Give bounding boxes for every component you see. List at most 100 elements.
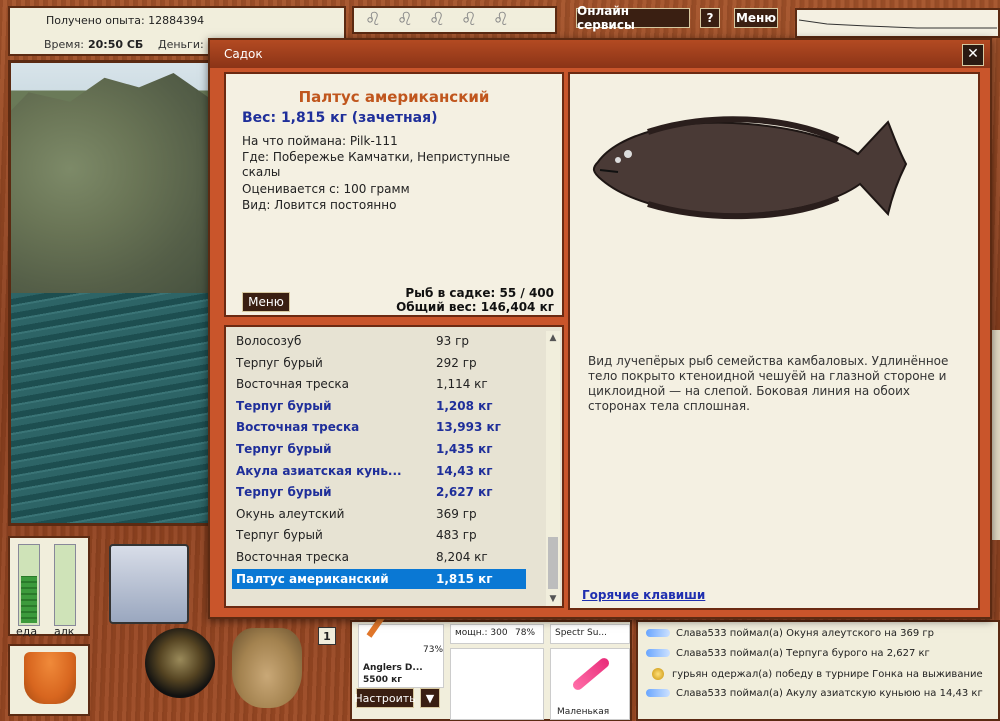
total-weight: Общий вес: 146,404 кг bbox=[396, 300, 554, 314]
fishing-scene[interactable] bbox=[8, 60, 218, 526]
fish-row-name: Палтус американский bbox=[236, 571, 389, 586]
chat-feed: Слава533 поймал(а) Окуня алеутского на 3… bbox=[636, 620, 1000, 721]
dialog-titlebar: Садок ✕ bbox=[210, 40, 990, 68]
lure-icon[interactable]: ♌ bbox=[392, 10, 418, 30]
fish-row-name: Акула азиатская кунь... bbox=[236, 463, 402, 478]
water-image bbox=[11, 293, 215, 523]
catch-location: Где: Побережье Камчатки, Неприступные ск… bbox=[242, 150, 511, 179]
fish-row-name: Восточная треска bbox=[236, 550, 350, 564]
fish-list-row[interactable]: Волосозуб 93 гр bbox=[232, 331, 526, 351]
fish-list-row[interactable]: Палтус американский 1,815 кг bbox=[232, 568, 526, 589]
fish-row-weight: 292 гр bbox=[436, 355, 477, 370]
dialog-title: Садок bbox=[224, 47, 263, 61]
fish-row-weight: 1,208 кг bbox=[436, 398, 493, 413]
setup-button[interactable]: Настроить bbox=[354, 688, 416, 708]
fish-icon bbox=[646, 649, 670, 657]
money-label: Деньги: bbox=[158, 38, 204, 51]
line-slot[interactable] bbox=[450, 648, 544, 720]
fish-list-row[interactable]: Восточная треска 13,993 кг bbox=[232, 417, 526, 437]
quick-lures-panel: ♌ ♌ ♌ ♌ ♌ bbox=[352, 6, 557, 34]
fish-list-row[interactable]: Акула азиатская кунь... 14,43 кг bbox=[232, 461, 526, 481]
dropdown-arrow-button[interactable]: ▼ bbox=[420, 688, 440, 708]
rod-name: Anglers D... bbox=[363, 663, 423, 673]
reel-slot[interactable]: мощн.: 300 78% bbox=[450, 624, 544, 644]
fish-row-name: Терпуг бурый bbox=[236, 442, 332, 456]
fish-list-row[interactable]: Восточная треска 8,204 кг bbox=[232, 547, 526, 567]
fish-list-row[interactable]: Терпуг бурый 1,208 кг bbox=[232, 396, 526, 416]
fish-row-name: Терпуг бурый bbox=[236, 528, 323, 543]
keepnet-dialog: Садок ✕ Палтус американский Вес: 1,815 к… bbox=[208, 38, 992, 619]
fish-row-weight: 14,43 кг bbox=[436, 463, 493, 478]
scroll-thumb[interactable] bbox=[548, 537, 558, 589]
fish-row-name: Восточная треска bbox=[236, 377, 350, 392]
cliff-image bbox=[11, 73, 215, 313]
rated-from: Оценивается с: 100 грамм bbox=[242, 182, 410, 196]
chat-line: гурьян одержал(а) победу в турнире Гонка… bbox=[646, 668, 983, 680]
scroll-down-icon[interactable]: ▼ bbox=[546, 592, 560, 606]
fish-row-name: Восточная треска bbox=[236, 420, 360, 435]
tackle-box[interactable] bbox=[95, 536, 207, 636]
status-meters: еда алк bbox=[8, 536, 90, 638]
online-services-button[interactable]: Онлайн сервисы bbox=[576, 4, 690, 32]
list-scrollbar[interactable]: ▲ ▼ bbox=[546, 331, 560, 606]
chat-line: Слава533 поймал(а) Окуня алеутского на 3… bbox=[646, 628, 934, 639]
fish-description: Вид лучепёрых рыб семейства камбаловых. … bbox=[588, 354, 949, 413]
bait-pot-icon[interactable] bbox=[145, 628, 215, 698]
lure-icon[interactable]: ♌ bbox=[456, 10, 482, 30]
medal-icon bbox=[652, 668, 664, 680]
rod-percent: 73% bbox=[423, 645, 444, 655]
fish-row-name: Волосозуб bbox=[236, 334, 302, 348]
lure-name: Spectr Su... bbox=[555, 628, 608, 638]
food-meter bbox=[18, 544, 40, 626]
fish-info-panel: Палтус американский Вес: 1,815 кг (зачет… bbox=[224, 72, 564, 317]
time-label: Время: bbox=[44, 38, 84, 51]
lure-pink-icon bbox=[570, 656, 612, 692]
fish-image-panel: Вид лучепёрых рыб семейства камбаловых. … bbox=[568, 72, 980, 610]
fish-icon bbox=[646, 629, 670, 637]
fish-list-row[interactable]: Терпуг бурый 292 гр bbox=[232, 353, 526, 373]
fish-count: Рыб в садке: 55 / 400 bbox=[405, 286, 554, 300]
menu-button-top[interactable]: Меню bbox=[734, 8, 778, 28]
fish-list-row[interactable]: Терпуг бурый 2,627 кг bbox=[232, 482, 526, 502]
chat-line: Слава533 поймал(а) Терпуга бурого на 2,6… bbox=[646, 648, 930, 659]
lure-icon[interactable]: ♌ bbox=[488, 10, 514, 30]
reel-power: мощн.: 300 bbox=[455, 628, 508, 638]
fish-row-weight: 8,204 кг bbox=[436, 550, 488, 564]
bucket-slot[interactable] bbox=[8, 644, 90, 716]
sack-icon[interactable] bbox=[232, 628, 302, 708]
slot-number-badge: 1 bbox=[318, 627, 336, 645]
scroll-up-icon[interactable]: ▲ bbox=[546, 331, 560, 345]
close-button[interactable]: ✕ bbox=[962, 44, 984, 66]
fish-weight: Вес: 1,815 кг (зачетная) bbox=[242, 110, 438, 126]
fish-row-name: Окунь алеутский bbox=[236, 506, 345, 521]
hotkeys-link[interactable]: Горячие клавиши bbox=[582, 588, 705, 602]
lure-slot-name[interactable]: Spectr Su... bbox=[550, 624, 630, 644]
fish-list-row[interactable]: Терпуг бурый 483 гр bbox=[232, 525, 526, 545]
menu-button[interactable]: Меню bbox=[242, 292, 290, 312]
bucket-icon bbox=[24, 652, 76, 704]
halibut-image bbox=[592, 116, 908, 220]
lure-icon[interactable]: ♌ bbox=[360, 10, 386, 30]
reel-percent: 78% bbox=[515, 628, 536, 638]
fish-row-name: Терпуг бурый bbox=[236, 355, 323, 370]
time-value: 20:50 СБ bbox=[88, 38, 144, 51]
fish-kind: Вид: Ловится постоянно bbox=[242, 198, 397, 212]
minimap[interactable] bbox=[795, 8, 1000, 38]
fish-list-row[interactable]: Терпуг бурый 1,435 кг bbox=[232, 439, 526, 459]
lure-icon[interactable]: ♌ bbox=[424, 10, 450, 30]
caught-with: На что поймана: Pilk-111 bbox=[242, 134, 398, 148]
rod-slot[interactable]: 73% Anglers D... 5500 кг bbox=[358, 596, 444, 688]
fish-list-row[interactable]: Восточная треска 1,114 кг bbox=[232, 374, 526, 394]
help-button[interactable]: ? bbox=[700, 8, 720, 28]
minimap-line bbox=[798, 19, 997, 29]
hook-size: Маленькая bbox=[557, 707, 610, 717]
fish-row-weight: 369 гр bbox=[436, 506, 477, 521]
fish-row-weight: 13,993 кг bbox=[436, 420, 501, 435]
fish-list-row[interactable]: Окунь алеутский 369 гр bbox=[232, 504, 526, 524]
fish-list[interactable]: Волосозуб 93 гр Терпуг бурый 292 гр Восточна… bbox=[224, 325, 564, 608]
alcohol-label: алк bbox=[54, 625, 75, 638]
fish-row-weight: 93 гр bbox=[436, 334, 470, 348]
lure-slot[interactable]: Маленькая bbox=[550, 648, 630, 720]
alcohol-meter bbox=[54, 544, 76, 626]
rod-load: 5500 кг bbox=[363, 675, 402, 685]
